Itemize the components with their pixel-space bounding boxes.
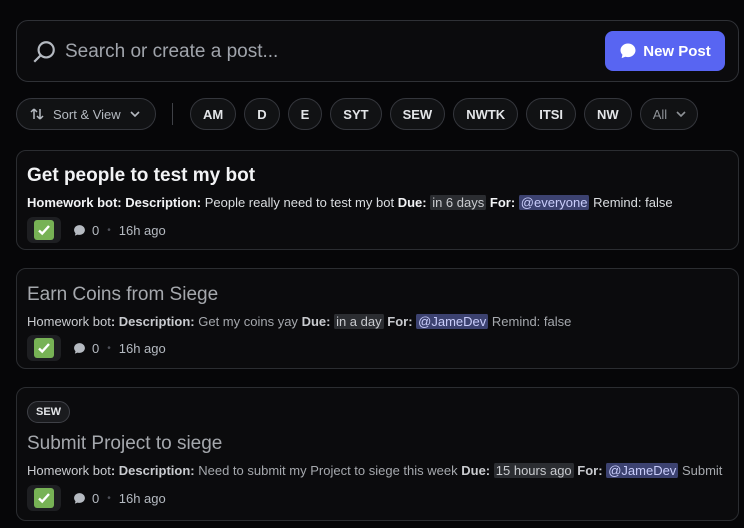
- chevron-down-icon: [130, 111, 140, 118]
- comment-icon: [74, 224, 85, 236]
- post-tag: SEW: [27, 401, 71, 423]
- post-meta: 0 • 16h ago: [27, 335, 166, 361]
- new-post-label: New Post: [643, 42, 711, 60]
- separator-dot: •: [107, 342, 111, 354]
- post-title: Get people to test my bot: [27, 165, 256, 186]
- separator-dot: •: [107, 224, 111, 236]
- checkmark-reaction[interactable]: [27, 485, 61, 511]
- comment-count: 0: [73, 341, 99, 356]
- comment-count: 0: [73, 223, 99, 238]
- for-label: For:: [489, 195, 516, 210]
- check-mark-icon: [34, 220, 54, 240]
- post-author: Homework bot: [27, 314, 111, 329]
- post-card[interactable]: SEW Submit Project to siege Homework bot…: [16, 387, 739, 521]
- description-text: People really need to test my bot: [204, 195, 395, 210]
- due-value: in a day: [334, 314, 384, 329]
- post-timestamp: 16h ago: [118, 340, 166, 356]
- search-input[interactable]: [65, 37, 585, 67]
- post-title: Submit Project to siege: [27, 433, 223, 454]
- due-label: Due:: [301, 314, 331, 329]
- post-author: Homework bot: [27, 195, 118, 210]
- description-text: Get my coins yay: [198, 314, 298, 329]
- tag-filter-sew[interactable]: SEW: [389, 98, 446, 130]
- tag-filter-all-dropdown[interactable]: All: [639, 98, 699, 130]
- post-preview: Homework bot: Description: Need to submi…: [27, 463, 728, 478]
- mention[interactable]: @JameDev: [606, 463, 679, 478]
- post-preview: Homework bot: Description: People really…: [27, 195, 728, 210]
- search-icon: [33, 41, 55, 63]
- comment-count-value: 0: [92, 222, 100, 238]
- chevron-down-icon: [676, 111, 686, 118]
- due-label: Due:: [461, 463, 491, 478]
- tag-filter-syt[interactable]: SYT: [330, 98, 382, 130]
- post-meta: 0 • 16h ago: [27, 217, 166, 243]
- new-post-button[interactable]: New Post: [605, 31, 725, 71]
- check-mark-icon: [34, 488, 54, 508]
- description-label: : Description:: [110, 463, 195, 478]
- tag-filter-all-label: All: [652, 106, 668, 122]
- due-value: in 6 days: [430, 195, 487, 210]
- description-label: : Description:: [110, 314, 195, 329]
- tag-filter-itsi[interactable]: ITSI: [526, 98, 577, 130]
- check-mark-icon: [34, 338, 54, 358]
- post-timestamp: 16h ago: [118, 222, 166, 238]
- tag-filter-nw[interactable]: NW: [584, 98, 632, 130]
- chat-bubble-icon: [620, 43, 636, 59]
- tag-filter-nwtk[interactable]: NWTK: [453, 98, 519, 130]
- post-card[interactable]: Earn Coins from Siege Homework bot: Desc…: [16, 268, 739, 369]
- comment-count: 0: [73, 491, 99, 506]
- post-timestamp: 16h ago: [118, 490, 166, 506]
- tag-filter-list: AM D E SYT SEW NWTK ITSI NW All: [190, 98, 699, 130]
- checkmark-reaction[interactable]: [27, 335, 61, 361]
- remind-text: Submit: [681, 463, 723, 478]
- description-label: : Description:: [117, 195, 202, 210]
- tag-filter-d[interactable]: D: [244, 98, 280, 130]
- post-preview: Homework bot: Description: Get my coins …: [27, 314, 728, 329]
- post-card[interactable]: Get people to test my bot Homework bot: …: [16, 150, 739, 250]
- tag-filter-am[interactable]: AM: [190, 98, 237, 130]
- tag-filter-e[interactable]: E: [287, 98, 323, 130]
- forum-app: New Post Sort & View AM D E SYT SEW NWTK…: [0, 0, 744, 528]
- filter-row: Sort & View AM D E SYT SEW NWTK ITSI NW …: [16, 98, 736, 130]
- mention[interactable]: @JameDev: [416, 314, 489, 329]
- mention[interactable]: @everyone: [518, 195, 590, 210]
- sort-view-label: Sort & View: [53, 106, 121, 122]
- due-value: 15 hours ago: [493, 463, 574, 478]
- remind-text: Remind: false: [491, 314, 572, 329]
- comment-count-value: 0: [92, 340, 100, 356]
- checkmark-reaction[interactable]: [27, 217, 61, 243]
- separator-dot: •: [107, 492, 111, 504]
- post-author: Homework bot: [27, 463, 111, 478]
- sort-arrows-icon: [30, 108, 44, 120]
- search-bar: New Post: [16, 20, 739, 82]
- post-title: Earn Coins from Siege: [27, 284, 219, 305]
- post-meta: 0 • 16h ago: [27, 485, 166, 511]
- sort-view-dropdown[interactable]: Sort & View: [16, 98, 156, 130]
- remind-text: Remind: false: [593, 195, 673, 210]
- due-label: Due:: [397, 195, 427, 210]
- for-label: For:: [387, 314, 413, 329]
- comment-count-value: 0: [92, 490, 100, 506]
- comment-icon: [74, 342, 85, 354]
- for-label: For:: [577, 463, 603, 478]
- filter-divider: [172, 103, 173, 125]
- comment-icon: [74, 492, 85, 504]
- description-text: Need to submit my Project to siege this …: [198, 463, 458, 478]
